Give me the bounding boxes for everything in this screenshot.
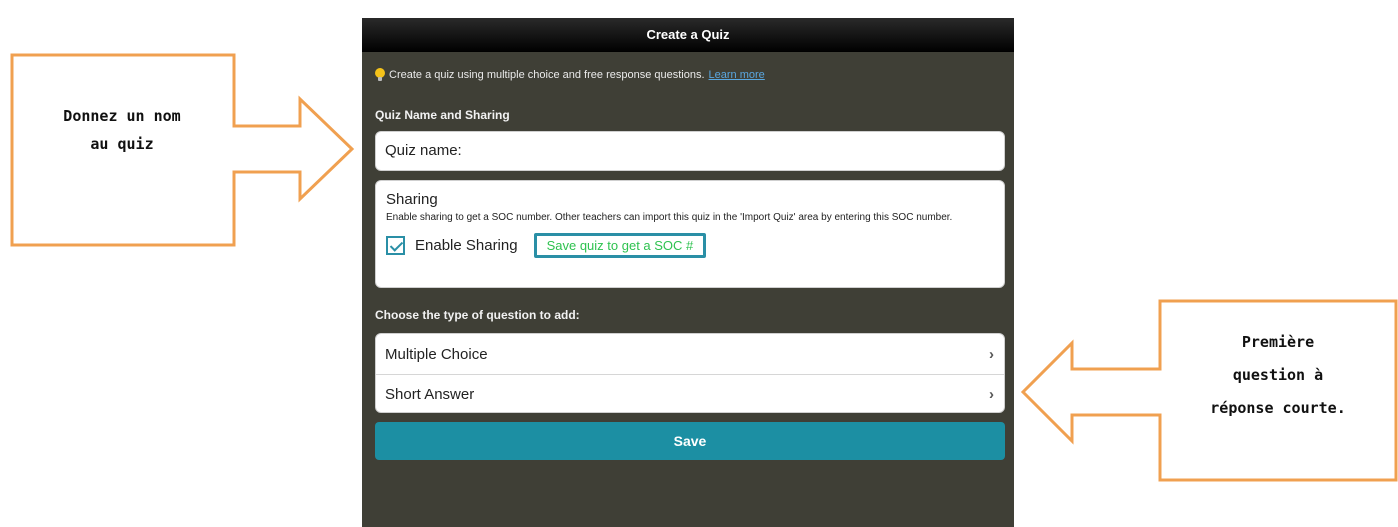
section-label-question-type: Choose the type of question to add: bbox=[375, 308, 580, 322]
question-type-list: Multiple Choice › Short Answer › bbox=[375, 333, 1005, 413]
list-item-label: Multiple Choice bbox=[385, 345, 488, 363]
chevron-right-icon: › bbox=[989, 386, 994, 403]
right-callout-line3: réponse courte. bbox=[1210, 399, 1346, 417]
chevron-right-icon: › bbox=[989, 345, 994, 363]
page-title: Create a Quiz bbox=[362, 18, 1014, 52]
learn-more-link[interactable]: Learn more bbox=[709, 69, 765, 81]
get-soc-button[interactable]: Save quiz to get a SOC # bbox=[533, 233, 707, 258]
sharing-controls: Enable Sharing Save quiz to get a SOC # bbox=[386, 233, 994, 258]
info-line: Create a quiz using multiple choice and … bbox=[375, 68, 765, 81]
right-callout-line2: question à bbox=[1232, 366, 1324, 384]
info-text: Create a quiz using multiple choice and … bbox=[389, 68, 705, 81]
left-callout-text: Donnez un nom au quiz bbox=[22, 102, 222, 158]
enable-sharing-checkbox[interactable] bbox=[386, 236, 405, 255]
create-quiz-panel: Create a Quiz Create a quiz using multip… bbox=[362, 18, 1014, 527]
sharing-title: Sharing bbox=[386, 191, 438, 208]
list-item-label: Short Answer bbox=[385, 386, 475, 403]
quiz-name-input[interactable]: Quiz name: bbox=[375, 131, 1005, 171]
enable-sharing-label[interactable]: Enable Sharing bbox=[415, 237, 518, 254]
sharing-card: Sharing Enable sharing to get a SOC numb… bbox=[375, 180, 1005, 288]
screenshot-stage: Donnez un nom au quiz Première question … bbox=[0, 0, 1398, 527]
right-callout-line1: Première bbox=[1241, 333, 1315, 351]
multiple-choice-item[interactable]: Multiple Choice › bbox=[376, 334, 1004, 374]
short-answer-item[interactable]: Short Answer › bbox=[376, 374, 1004, 412]
right-callout-text: Première question à réponse courte. bbox=[1168, 326, 1388, 425]
left-callout-line1: Donnez un nom bbox=[63, 107, 181, 125]
lightbulb-icon bbox=[375, 68, 385, 81]
section-label-quiz-name: Quiz Name and Sharing bbox=[375, 108, 510, 122]
sharing-description: Enable sharing to get a SOC number. Othe… bbox=[386, 212, 953, 223]
save-button[interactable]: Save bbox=[375, 422, 1005, 460]
left-callout-line2: au quiz bbox=[90, 135, 154, 153]
